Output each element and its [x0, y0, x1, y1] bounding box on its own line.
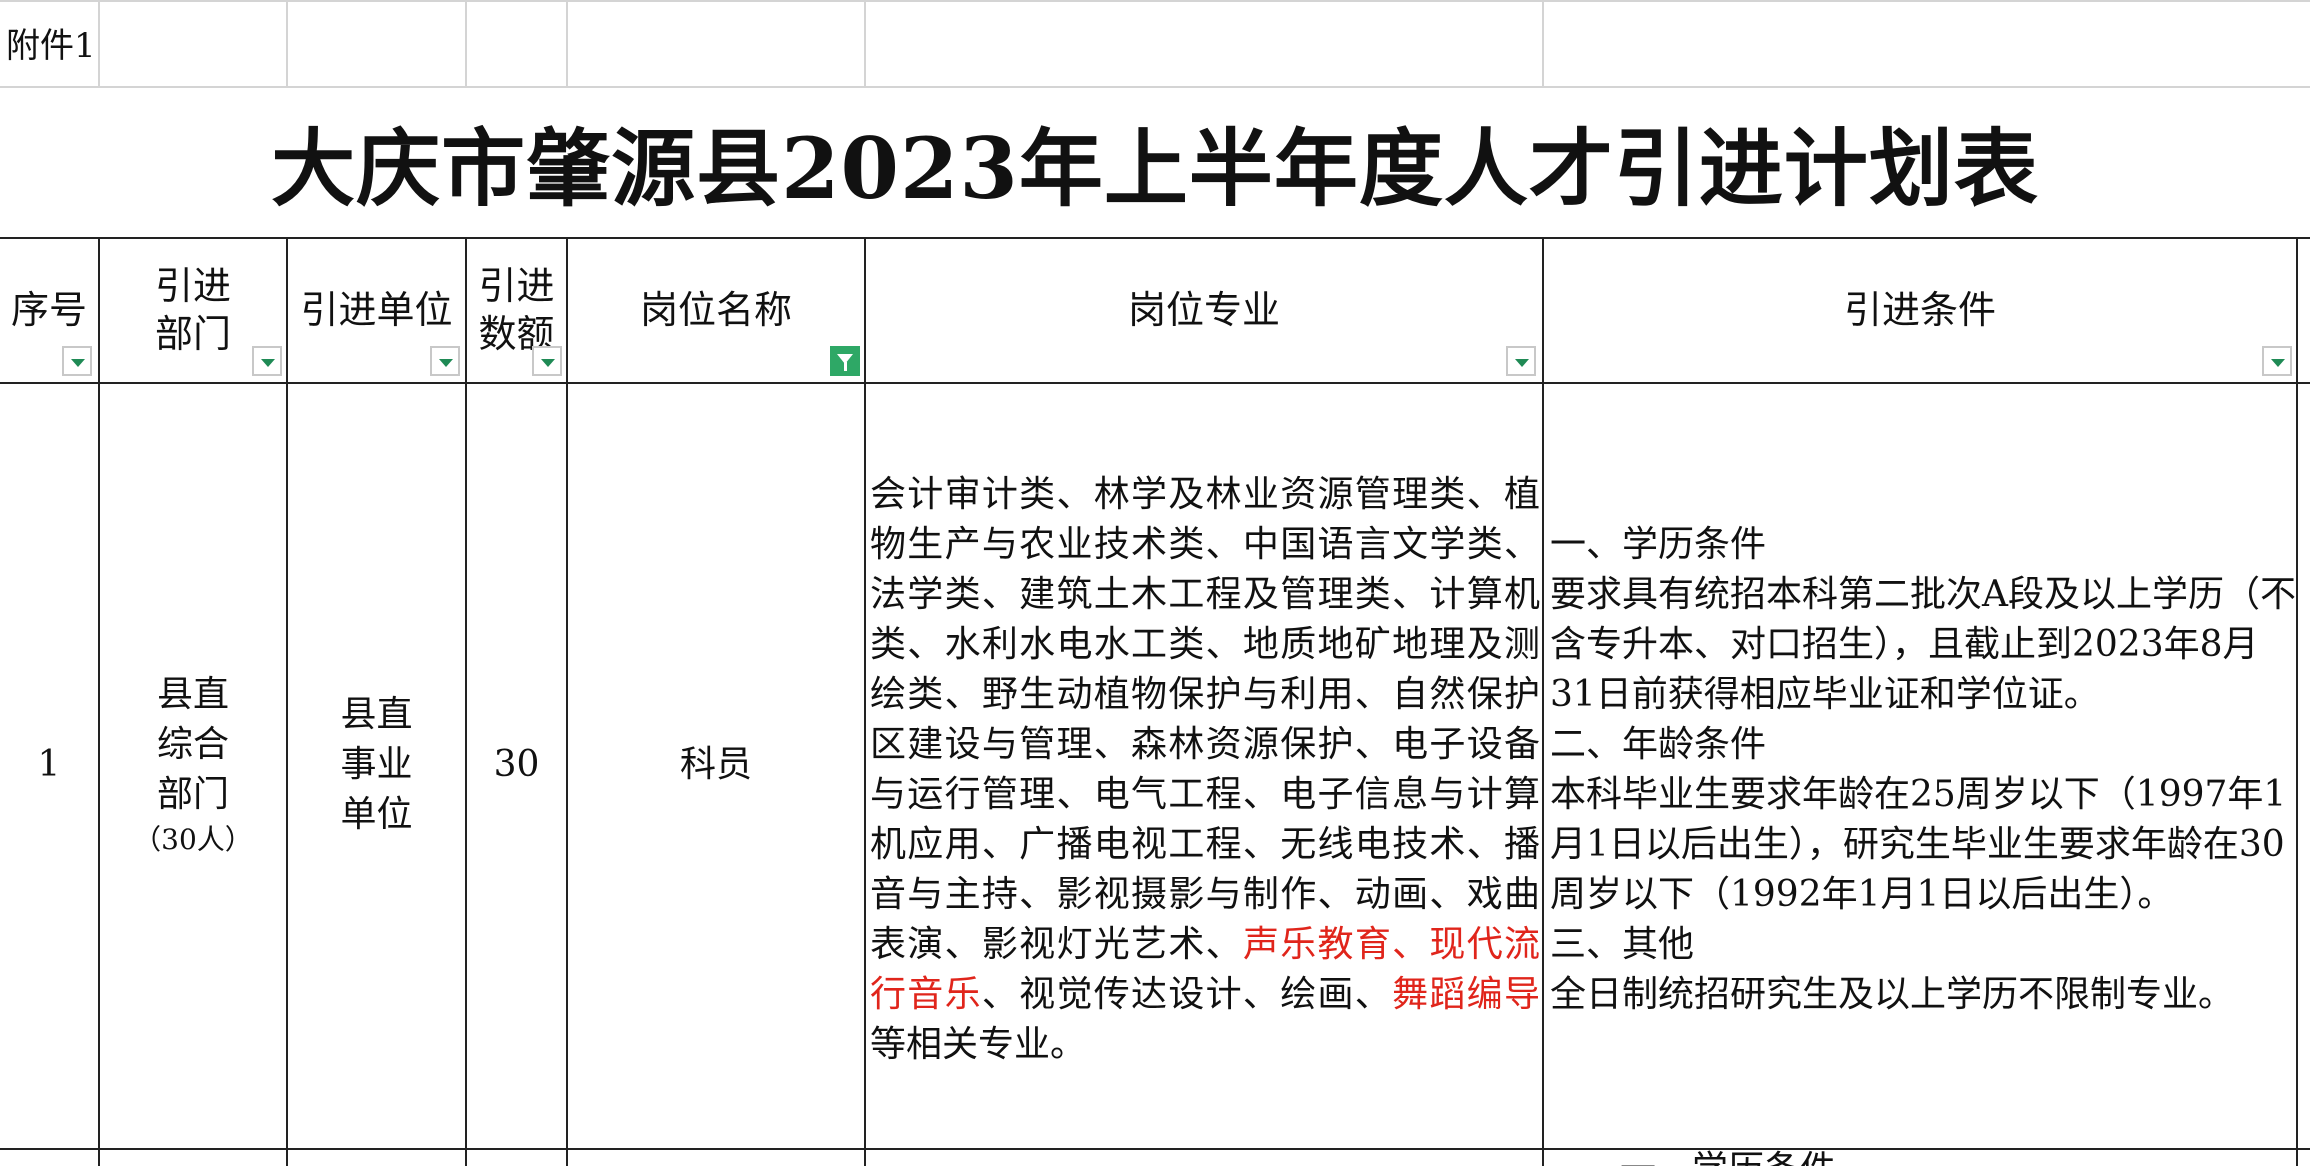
header-major: 岗位专业: [1127, 288, 1280, 332]
grid-line: [286, 0, 288, 86]
filter-dropdown-icon[interactable]: [2262, 346, 2292, 376]
header-dept-line2: 部门: [154, 312, 231, 356]
grid-line: [465, 0, 467, 86]
row1-dept-count: （30人）: [133, 823, 253, 856]
conditions-line: 本科毕业生要求年龄在25周岁以下（1997年1月1日以后出生），研究生毕业生要求…: [1550, 774, 2287, 915]
row1-dept-line: 县直: [156, 674, 229, 715]
filter-dropdown-icon[interactable]: [252, 346, 282, 376]
major-text: 会计审计类、林学及林业资源管理类、植物生产与农业技术类、中国语言文学类、法学类、…: [870, 474, 1540, 965]
header-dept-line1: 引进: [154, 264, 231, 308]
row1-seq: 1: [37, 744, 61, 785]
filter-dropdown-icon[interactable]: [430, 346, 460, 376]
row1-dept-line: 部门: [156, 774, 229, 815]
row1-unit-line: 单位: [340, 794, 413, 835]
header-quota-line1: 引进: [478, 264, 555, 308]
conditions-line: 三、其他: [1550, 924, 1695, 965]
grid-line: [0, 237, 2310, 239]
major-highlight: 舞蹈编导: [1392, 974, 1540, 1015]
row1-position: 科员: [679, 744, 752, 785]
annex-label: 附件1: [6, 26, 96, 66]
row1-conditions: 一、学历条件 要求具有统招本科第二批次A段及以上学历（不含专升本、对口招生），且…: [1550, 520, 2300, 1020]
major-text: 、视觉传达设计、绘画、: [981, 974, 1393, 1015]
header-position: 岗位名称: [639, 288, 792, 332]
grid-line: [1542, 0, 1544, 86]
filter-dropdown-icon[interactable]: [1506, 346, 1536, 376]
row1-unit-line: 县直: [340, 694, 413, 735]
grid-line: [566, 0, 568, 86]
major-text: 等相关专业。: [870, 1024, 1087, 1065]
row1-dept: 县直 综合 部门 （30人）: [100, 384, 286, 1146]
filter-dropdown-icon[interactable]: [62, 346, 92, 376]
row1-unit: 县直 事业 单位: [288, 384, 465, 1146]
conditions-line: 要求具有统招本科第二批次A段及以上学历（不含专升本、对口招生），且截止到2023…: [1550, 574, 2296, 715]
row1-unit-line: 事业: [340, 744, 413, 785]
row1-quota: 30: [493, 744, 540, 785]
filter-dropdown-icon[interactable]: [532, 346, 562, 376]
conditions-line: 二、年龄条件: [1550, 724, 1767, 765]
row1-major: 会计审计类、林学及林业资源管理类、植物生产与农业技术类、中国语言文学类、法学类、…: [870, 470, 1540, 1070]
filter-active-icon[interactable]: [830, 346, 860, 376]
grid-line: [0, 1148, 2310, 1150]
row1-dept-line: 综合: [156, 724, 229, 765]
grid-line: [98, 0, 100, 86]
conditions-line: 全日制统招研究生及以上学历不限制专业。: [1550, 974, 2235, 1015]
grid-line: [0, 86, 2310, 88]
page-title: 大庆市肇源县2023年上半年度人才引进计划表: [271, 119, 2039, 218]
row2-conditions-partial: 一、学历条件: [1620, 1150, 1836, 1166]
grid-line: [864, 0, 866, 86]
conditions-line: 一、学历条件: [1550, 524, 1767, 565]
header-conditions: 引进条件: [1843, 288, 1996, 332]
grid-line: [0, 0, 2310, 2]
